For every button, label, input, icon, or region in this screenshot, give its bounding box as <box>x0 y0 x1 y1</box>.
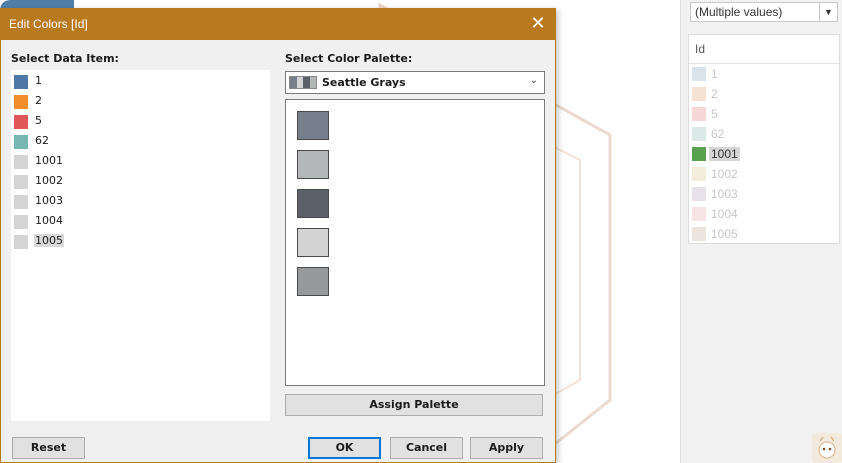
palette-swatches <box>285 99 545 386</box>
color-swatch <box>14 235 28 249</box>
data-item-label: 2 <box>35 94 42 107</box>
dialog-titlebar[interactable]: Edit Colors [Id] ✕ <box>1 9 555 40</box>
cancel-button[interactable]: Cancel <box>390 437 463 459</box>
palette-dropdown[interactable]: Seattle Grays ⌄ <box>285 71 545 94</box>
legend-item[interactable]: 1001 <box>692 145 832 163</box>
ok-button[interactable]: OK <box>308 437 381 459</box>
data-item-label: 62 <box>35 134 49 147</box>
color-swatch <box>14 115 28 129</box>
legend-item[interactable]: 5 <box>692 105 832 123</box>
legend-swatch <box>692 127 706 141</box>
data-item-label: 1001 <box>35 154 63 167</box>
legend-swatch <box>692 187 706 201</box>
data-item-list[interactable]: 1 2 5 62 1001 1002 1003 1004 1005 <box>11 70 270 421</box>
legend-item[interactable]: 62 <box>692 125 832 143</box>
legend-label: 62 <box>711 127 725 141</box>
legend-item[interactable]: 1004 <box>692 205 832 223</box>
legend-title: Id <box>695 42 706 56</box>
edit-colors-dialog: Edit Colors [Id] ✕ Select Data Item: Sel… <box>0 8 556 463</box>
data-item-label: 5 <box>35 114 42 127</box>
color-swatch <box>14 195 28 209</box>
assign-palette-button[interactable]: Assign Palette <box>285 394 543 416</box>
legend-item[interactable]: 2 <box>692 85 832 103</box>
color-swatch <box>14 155 28 169</box>
divider <box>689 63 839 64</box>
chevron-down-icon[interactable]: ⌄ <box>530 75 538 86</box>
legend-label: 1003 <box>711 187 738 201</box>
legend-swatch <box>692 87 706 101</box>
data-item-label: 1002 <box>35 174 63 187</box>
color-swatch <box>14 95 28 109</box>
legend-label: 1 <box>711 67 718 81</box>
reset-button[interactable]: Reset <box>12 437 85 459</box>
legend-label: 1002 <box>711 167 738 181</box>
legend-swatch <box>692 67 706 81</box>
color-legend: Id 1 2 5 62 1001 1002 1003 1004 1005 <box>688 34 840 244</box>
filter-value: (Multiple values) <box>695 5 783 19</box>
select-color-palette-label: Select Color Palette: <box>285 52 413 65</box>
legend-item[interactable]: 1 <box>692 65 832 83</box>
palette-color-swatch[interactable] <box>297 150 329 179</box>
palette-preview-icon <box>289 76 317 89</box>
legend-label: 1005 <box>711 227 738 241</box>
color-swatch <box>14 175 28 189</box>
apply-button[interactable]: Apply <box>470 437 543 459</box>
legend-swatch <box>692 147 706 161</box>
palette-color-swatch[interactable] <box>297 111 329 140</box>
legend-swatch <box>692 107 706 121</box>
legend-label: 5 <box>711 107 718 121</box>
color-swatch <box>14 135 28 149</box>
palette-color-swatch[interactable] <box>297 228 329 257</box>
chevron-down-icon[interactable]: ▼ <box>819 3 837 21</box>
legend-swatch <box>692 227 706 241</box>
filter-dropdown[interactable]: (Multiple values) ▼ <box>690 2 838 22</box>
palette-color-swatch[interactable] <box>297 267 329 296</box>
color-swatch <box>14 75 28 89</box>
mascot-icon <box>812 433 842 463</box>
color-swatch <box>14 215 28 229</box>
legend-item[interactable]: 1003 <box>692 185 832 203</box>
data-item-label: 1 <box>35 74 42 87</box>
palette-color-swatch[interactable] <box>297 189 329 218</box>
select-data-item-label: Select Data Item: <box>11 52 119 65</box>
legend-swatch <box>692 207 706 221</box>
legend-label: 1001 <box>709 147 740 161</box>
close-icon[interactable]: ✕ <box>527 13 549 35</box>
legend-item[interactable]: 1005 <box>692 225 832 243</box>
data-item-label: 1004 <box>35 214 63 227</box>
data-item-label: 1003 <box>35 194 63 207</box>
legend-label: 2 <box>711 87 718 101</box>
data-item-label: 1005 <box>34 234 64 247</box>
legend-swatch <box>692 167 706 181</box>
palette-name: Seattle Grays <box>322 76 406 89</box>
legend-item[interactable]: 1002 <box>692 165 832 183</box>
legend-label: 1004 <box>711 207 738 221</box>
dialog-title: Edit Colors [Id] <box>9 17 88 31</box>
